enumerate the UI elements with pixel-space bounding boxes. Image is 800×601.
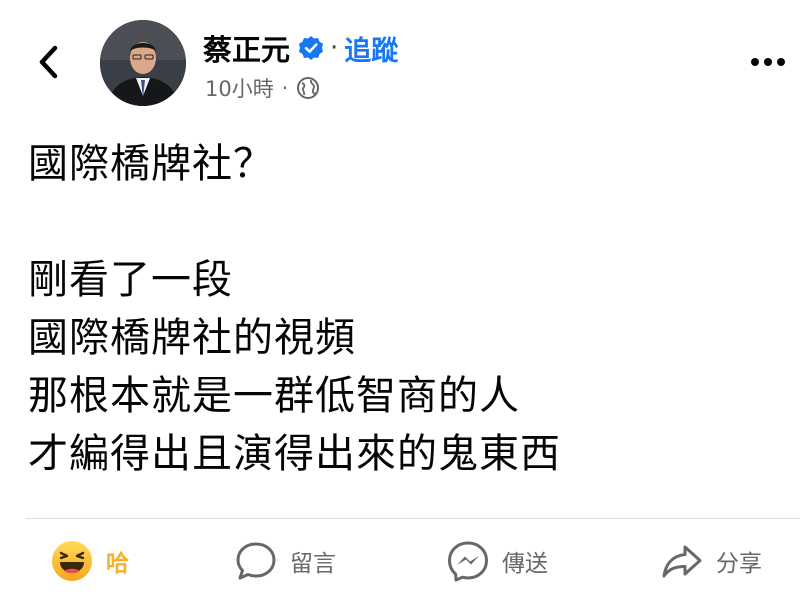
post-line: 國際橋牌社？ (28, 141, 274, 187)
share-arrow-icon (660, 539, 704, 583)
action-bar: 哈 留言 傳送 分享 (0, 530, 800, 592)
post-timestamp[interactable]: 10小時 (205, 73, 274, 103)
post-line: 國際橋牌社的視頻 (28, 315, 356, 361)
messenger-icon (446, 539, 490, 583)
comment-button[interactable]: 留言 (234, 530, 336, 592)
send-button[interactable]: 傳送 (446, 530, 548, 592)
globe-icon (296, 76, 320, 100)
profile-photo (100, 20, 186, 106)
comment-label: 留言 (290, 551, 336, 577)
reaction-button[interactable]: 哈 (50, 530, 129, 592)
back-button[interactable] (32, 40, 66, 84)
send-label: 傳送 (502, 551, 548, 577)
more-options-button[interactable] (748, 50, 788, 74)
post-line: 那根本就是一群低智商的人 (28, 373, 520, 419)
avatar[interactable] (100, 20, 186, 106)
post-line: 才編得出且演得出來的鬼東西 (28, 431, 561, 477)
verified-badge-icon (298, 35, 324, 61)
author-name[interactable]: 蔡正元 (203, 27, 290, 69)
separator-dot: · (330, 33, 339, 63)
share-label: 分享 (716, 551, 762, 577)
share-button[interactable]: 分享 (660, 530, 762, 592)
post-line: 剛看了一段 (28, 257, 233, 303)
comment-bubble-icon (234, 539, 278, 583)
meta-separator: · (281, 76, 289, 100)
follow-button[interactable]: 追蹤 (344, 29, 398, 68)
chevron-left-icon (39, 45, 58, 79)
haha-emoji-icon (50, 539, 94, 583)
post-meta: 10小時 · (205, 72, 320, 104)
more-horizontal-icon (751, 58, 785, 66)
author-row: 蔡正元 · 追蹤 (203, 26, 398, 70)
action-divider (26, 518, 800, 519)
reaction-label: 哈 (106, 551, 129, 577)
post-body: 國際橋牌社？ 剛看了一段 國際橋牌社的視頻 那根本就是一群低智商的人 才編得出且… (28, 135, 788, 483)
